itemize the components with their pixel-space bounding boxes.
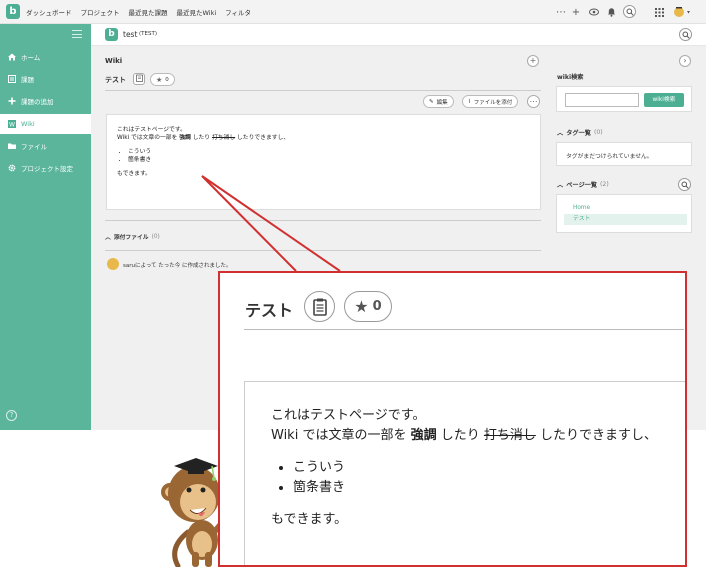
zoom-divider bbox=[244, 329, 684, 330]
bold-text: 強調 bbox=[410, 428, 437, 443]
zoom-body-line: もできます。 bbox=[271, 512, 348, 527]
zoom-body-line: これはテストページです。 bbox=[271, 408, 426, 423]
zoom-page-title: テスト bbox=[245, 301, 294, 320]
text-run: Wiki では文章の一部を bbox=[271, 428, 411, 443]
list-item: こういう bbox=[293, 458, 685, 478]
list-item: 箇条書き bbox=[293, 478, 685, 498]
zoom-body-line: Wiki では文章の一部を 強調 したり 打ち消し したりできますし、 bbox=[271, 426, 685, 446]
text-run: したりできますし、 bbox=[535, 428, 658, 443]
text-run: したり bbox=[436, 428, 484, 443]
zoom-history-icon bbox=[304, 291, 335, 322]
zoom-callout: テスト ★ 0 これはテストページです。 Wiki では文章の一部を 強調 した… bbox=[218, 271, 687, 567]
star-icon: ★ bbox=[354, 297, 369, 316]
strike-text: 打ち消し bbox=[483, 428, 536, 443]
zoom-star-button: ★ 0 bbox=[344, 291, 392, 322]
zoom-content-card: これはテストページです。 Wiki では文章の一部を 強調 したり 打ち消し し… bbox=[244, 381, 685, 565]
zoom-star-count: 0 bbox=[372, 299, 382, 314]
